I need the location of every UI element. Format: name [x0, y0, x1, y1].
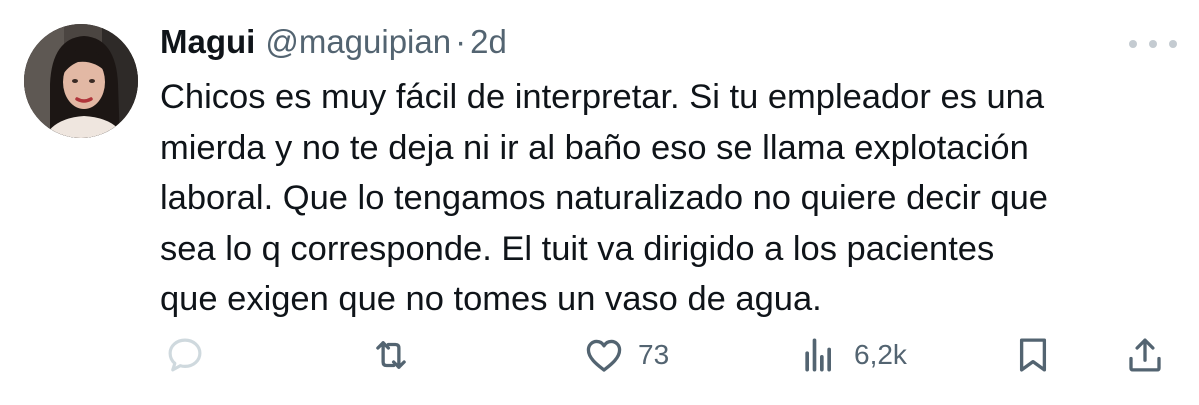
header-separator: ·	[455, 23, 467, 60]
reply-icon	[164, 334, 206, 376]
more-options-icon[interactable]	[1129, 36, 1177, 52]
avatar[interactable]	[24, 24, 138, 138]
share-button[interactable]	[1124, 330, 1166, 380]
tweet-header: Magui @maguipian · 2d	[160, 20, 507, 64]
views-button[interactable]: 6,2k	[798, 330, 907, 380]
share-icon	[1124, 334, 1166, 376]
timestamp[interactable]: 2d	[470, 20, 507, 64]
heart-icon	[582, 333, 626, 377]
retweet-icon	[370, 334, 412, 376]
views-icon	[798, 333, 842, 377]
tweet-actions-bar: 73 6,2k	[0, 330, 1199, 380]
user-handle[interactable]: @maguipian	[265, 20, 451, 64]
display-name[interactable]: Magui	[160, 20, 255, 64]
bookmark-icon	[1012, 334, 1054, 376]
tweet-card[interactable]: Magui @maguipian · 2d Chicos es muy fáci…	[0, 0, 1199, 405]
like-count: 73	[638, 339, 670, 370]
retweet-button[interactable]	[370, 330, 412, 380]
reply-button[interactable]	[164, 330, 206, 380]
avatar-photo-image	[24, 24, 138, 138]
like-button[interactable]: 73	[582, 330, 669, 380]
bookmark-button[interactable]	[1012, 330, 1054, 380]
tweet-text: Chicos es muy fácil de interpretar. Si t…	[160, 78, 1048, 318]
views-count: 6,2k	[854, 339, 907, 370]
